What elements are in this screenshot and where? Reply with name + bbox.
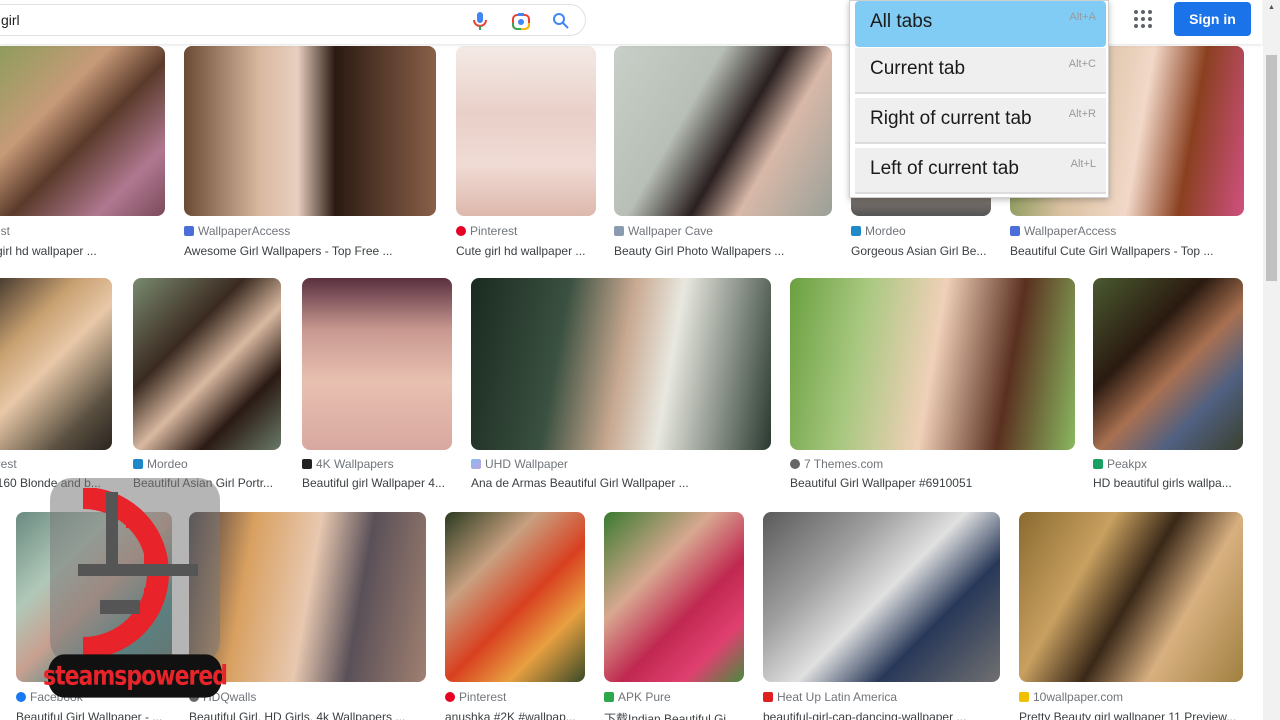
menu-item-all-tabs[interactable]: All tabs Alt+A: [855, 1, 1106, 47]
sign-in-button[interactable]: Sign in: [1174, 2, 1251, 36]
result-source[interactable]: WallpaperAccess: [184, 224, 290, 238]
facebook-favicon-icon: [16, 692, 26, 702]
result-image[interactable]: [302, 278, 452, 450]
search-box[interactable]: girl: [0, 4, 586, 36]
google-images-page: girl Sign in ▲ st l girl hd wallpaper ..…: [0, 0, 1280, 720]
apps-grid-icon[interactable]: [1132, 8, 1154, 30]
search-icon[interactable]: [551, 11, 571, 31]
result-title[interactable]: Pretty Beauty girl wallpaper 11 Preview.…: [1019, 710, 1236, 720]
menu-item-shortcut: Alt+L: [1070, 158, 1096, 170]
result-image[interactable]: [456, 46, 596, 216]
result-title[interactable]: HD beautiful girls wallpa...: [1093, 476, 1232, 490]
result-source[interactable]: 4K Wallpapers: [302, 457, 394, 471]
vertical-scrollbar[interactable]: ▲: [1263, 0, 1280, 720]
result-title[interactable]: Ana de Armas Beautiful Girl Wallpaper ..…: [471, 476, 689, 490]
result-source[interactable]: APK Pure: [604, 690, 671, 704]
menu-item-label: Right of current tab: [870, 108, 1032, 129]
result-source[interactable]: Pinterest: [456, 224, 517, 238]
menu-item-shortcut: Alt+A: [1069, 11, 1096, 23]
apkpure-favicon-icon: [604, 692, 614, 702]
wallpaperaccess-favicon-icon: [184, 226, 194, 236]
result-title[interactable]: l girl hd wallpaper ...: [0, 244, 97, 258]
result-title[interactable]: 下载Indian Beautiful Gi...: [604, 710, 736, 720]
result-source[interactable]: Pinterest: [445, 690, 506, 704]
result-source[interactable]: Mordeo: [851, 224, 906, 238]
4kwallpapers-favicon-icon: [302, 459, 312, 469]
result-title[interactable]: Beautiful Girl Wallpaper - ...: [16, 710, 162, 720]
pinterest-favicon-icon: [445, 692, 455, 702]
google-lens-icon[interactable]: [511, 11, 531, 31]
result-image[interactable]: [1093, 278, 1243, 450]
wallpapercave-favicon-icon: [614, 226, 624, 236]
menu-item-label: All tabs: [870, 11, 933, 32]
result-image[interactable]: [614, 46, 832, 216]
pinterest-favicon-icon: [456, 226, 466, 236]
result-source[interactable]: erest: [0, 457, 17, 471]
result-source[interactable]: Peakpx: [1093, 457, 1147, 471]
menu-item-left-of-current-tab[interactable]: Left of current tab Alt+L: [855, 148, 1106, 194]
result-image[interactable]: [763, 512, 1000, 682]
scroll-up-arrow-icon[interactable]: ▲: [1263, 0, 1280, 14]
peakpx-favicon-icon: [1093, 459, 1103, 469]
close-tabs-menu: All tabs Alt+A Current tab Alt+C Right o…: [849, 0, 1109, 198]
result-image[interactable]: [184, 46, 436, 216]
result-image[interactable]: [133, 278, 281, 450]
uhdwallpaper-favicon-icon: [471, 459, 481, 469]
result-image[interactable]: [790, 278, 1075, 450]
menu-item-shortcut: Alt+R: [1068, 108, 1096, 120]
result-title[interactable]: Cute girl hd wallpaper ...: [456, 244, 585, 258]
result-image[interactable]: [604, 512, 744, 682]
result-image[interactable]: [1019, 512, 1243, 682]
result-title[interactable]: Beautiful Girl Wallpaper #6910051: [790, 476, 972, 490]
mordeo-favicon-icon: [133, 459, 143, 469]
result-image[interactable]: [0, 46, 165, 216]
result-source[interactable]: Wallpaper Cave: [614, 224, 713, 238]
result-image[interactable]: [189, 512, 426, 682]
gear-icon: [78, 488, 198, 658]
10wallpaper-favicon-icon: [1019, 692, 1029, 702]
result-source[interactable]: 10wallpaper.com: [1019, 690, 1123, 704]
result-title[interactable]: Gorgeous Asian Girl Be...: [851, 244, 986, 258]
menu-item-shortcut: Alt+C: [1068, 58, 1096, 70]
result-title[interactable]: beautiful-girl-cap-dancing-wallpaper ...: [763, 710, 966, 720]
result-title[interactable]: Beautiful Cute Girl Wallpapers - Top ...: [1010, 244, 1213, 258]
result-source[interactable]: Heat Up Latin America: [763, 690, 897, 704]
result-image[interactable]: [445, 512, 585, 682]
menu-item-current-tab[interactable]: Current tab Alt+C: [855, 48, 1106, 94]
result-source[interactable]: WallpaperAccess: [1010, 224, 1116, 238]
watermark-text: steamspowered: [43, 654, 228, 698]
result-title[interactable]: Beauty Girl Photo Wallpapers ...: [614, 244, 784, 258]
wallpaperaccess-favicon-icon: [1010, 226, 1020, 236]
result-title[interactable]: Beautiful girl Wallpaper 4...: [302, 476, 445, 490]
result-title[interactable]: Beautiful Girl, HD Girls, 4k Wallpapers …: [189, 710, 405, 720]
globe-favicon-icon: [790, 459, 800, 469]
result-title[interactable]: Awesome Girl Wallpapers - Top Free ...: [184, 244, 393, 258]
heatup-favicon-icon: [763, 692, 773, 702]
scrollbar-thumb[interactable]: [1266, 55, 1277, 281]
mordeo-favicon-icon: [851, 226, 861, 236]
result-source[interactable]: UHD Wallpaper: [471, 457, 568, 471]
menu-item-right-of-current-tab[interactable]: Right of current tab Alt+R: [855, 98, 1106, 144]
result-source[interactable]: 7 Themes.com: [790, 457, 883, 471]
result-source[interactable]: rest: [0, 224, 10, 238]
result-image[interactable]: [0, 278, 112, 450]
search-input[interactable]: girl: [1, 12, 20, 28]
result-source[interactable]: Mordeo: [133, 457, 188, 471]
menu-item-label: Left of current tab: [870, 158, 1019, 179]
microphone-icon[interactable]: [471, 11, 489, 31]
result-title[interactable]: anushka #2K #wallpap...: [445, 710, 576, 720]
watermark-logo: steamspowered: [43, 478, 228, 698]
menu-item-label: Current tab: [870, 58, 966, 79]
result-image[interactable]: [471, 278, 771, 450]
